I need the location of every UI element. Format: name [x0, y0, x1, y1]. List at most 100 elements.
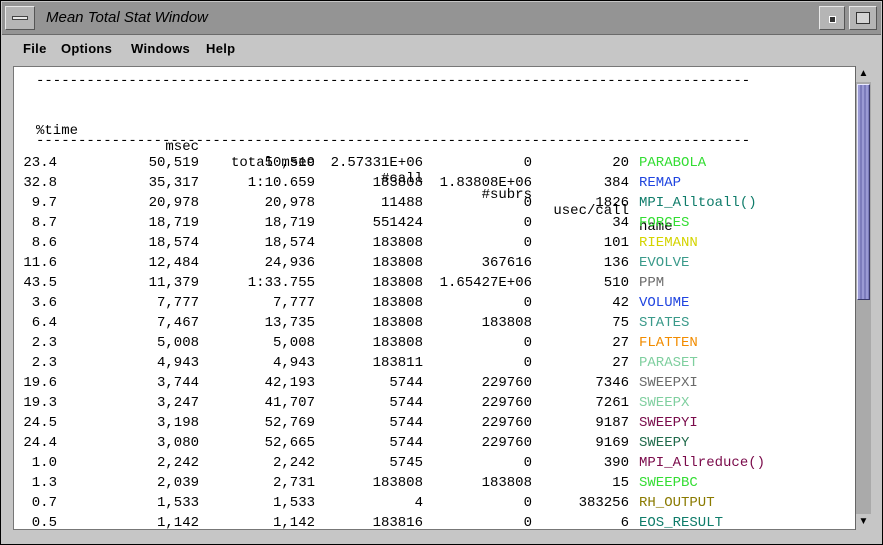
cell-msec: 1,533 — [156, 495, 199, 511]
cell-name: EOS_RESULT — [639, 515, 724, 530]
cell-msec: 3,247 — [156, 395, 199, 411]
table-row: 19.6 3,744 42,193 5744 229760 7346 SWEEPXI — [14, 375, 855, 395]
cell-msec: 35,317 — [148, 175, 199, 191]
maximize-icon[interactable] — [849, 6, 877, 30]
cell-usec-call: 9187 — [595, 415, 629, 431]
cell-calls: 183808 — [372, 275, 423, 291]
cell-usec-call: 6 — [620, 515, 629, 530]
table-row: 1.0 2,242 2,242 5745 0 390 MPI_Allreduce() — [14, 455, 855, 475]
cell-total-msec: 2,242 — [272, 455, 315, 471]
cell-name: VOLUME — [639, 295, 690, 311]
cell-pct-time: 6.4 — [31, 315, 57, 331]
cell-usec-call: 390 — [603, 455, 629, 471]
cell-name: PARASET — [639, 355, 698, 371]
arrow-down-icon[interactable]: ▼ — [856, 514, 871, 530]
stats-text-area[interactable]: ----------------------------------------… — [13, 66, 855, 530]
cell-total-msec: 1,533 — [272, 495, 315, 511]
cell-msec: 7,777 — [156, 295, 199, 311]
cell-calls: 5745 — [389, 455, 423, 471]
cell-subrs: 0 — [523, 235, 532, 251]
cell-calls: 183808 — [372, 255, 423, 271]
cell-calls: 4 — [414, 495, 423, 511]
cell-name: MPI_Alltoall() — [639, 195, 757, 211]
cell-msec: 4,943 — [156, 355, 199, 371]
cell-name: PARABOLA — [639, 155, 707, 171]
table-row: 1.3 2,039 2,731 183808 183808 15 SWEEPBC — [14, 475, 855, 495]
cell-msec: 3,744 — [156, 375, 199, 391]
cell-usec-call: 75 — [612, 315, 629, 331]
cell-usec-call: 510 — [603, 275, 629, 291]
cell-subrs: 0 — [523, 195, 532, 211]
cell-usec-call: 136 — [603, 255, 629, 271]
menu-file[interactable]: File — [23, 41, 47, 56]
cell-subrs: 229760 — [481, 375, 532, 391]
window-menu-icon[interactable] — [5, 6, 35, 30]
cell-calls: 5744 — [389, 375, 423, 391]
cell-msec: 50,519 — [148, 155, 199, 171]
menu-help[interactable]: Help — [206, 41, 235, 56]
cell-name: EVOLVE — [639, 255, 690, 271]
cell-msec: 12,484 — [148, 255, 199, 271]
separator-top: ----------------------------------------… — [36, 73, 751, 89]
cell-usec-call: 20 — [612, 155, 629, 171]
cell-name: STATES — [639, 315, 690, 331]
cell-subrs: 229760 — [481, 415, 532, 431]
title-bar[interactable]: Mean Total Stat Window — [2, 2, 881, 35]
cell-calls: 2.57331E+06 — [330, 155, 423, 171]
cell-name: REMAP — [639, 175, 682, 191]
cell-calls: 183808 — [372, 235, 423, 251]
table-row: 24.5 3,198 52,769 5744 229760 9187 SWEEPYI — [14, 415, 855, 435]
vertical-scrollbar[interactable]: ▲ ▼ — [855, 66, 871, 530]
cell-msec: 11,379 — [148, 275, 199, 291]
table-row: 24.4 3,080 52,665 5744 229760 9169 SWEEPY — [14, 435, 855, 455]
table-row: 43.5 11,379 1:33.755 183808 1.65427E+06 510 PP… — [14, 275, 855, 295]
cell-total-msec: 13,735 — [264, 315, 315, 331]
cell-pct-time: 19.3 — [23, 395, 57, 411]
cell-total-msec: 4,943 — [272, 355, 315, 371]
cell-calls: 551424 — [372, 215, 423, 231]
cell-msec: 18,719 — [148, 215, 199, 231]
cell-pct-time: 0.5 — [31, 515, 57, 530]
cell-usec-call: 7261 — [595, 395, 629, 411]
table-row: 3.6 7,777 7,777 183808 0 42 VOLUME — [14, 295, 855, 315]
cell-subrs: 0 — [523, 495, 532, 511]
cell-total-msec: 52,769 — [264, 415, 315, 431]
cell-name: PPM — [639, 275, 665, 291]
cell-total-msec: 1:10.659 — [247, 175, 315, 191]
cell-usec-call: 34 — [612, 215, 629, 231]
table-row: 9.7 20,978 20,978 11488 0 1826 MPI_Alltoall() — [14, 195, 855, 215]
cell-usec-call: 42 — [612, 295, 629, 311]
menu-windows[interactable]: Windows — [131, 41, 190, 56]
cell-subrs: 0 — [523, 355, 532, 371]
menu-options[interactable]: Options — [61, 41, 112, 56]
cell-msec: 3,198 — [156, 415, 199, 431]
cell-pct-time: 8.7 — [31, 215, 57, 231]
cell-usec-call: 15 — [612, 475, 629, 491]
cell-calls: 5744 — [389, 415, 423, 431]
table-row: 19.3 3,247 41,707 5744 229760 7261 SWEEPX — [14, 395, 855, 415]
cell-total-msec: 1,142 — [272, 515, 315, 530]
cell-calls: 183808 — [372, 475, 423, 491]
cell-usec-call: 1826 — [595, 195, 629, 211]
cell-pct-time: 1.3 — [31, 475, 57, 491]
cell-pct-time: 2.3 — [31, 335, 57, 351]
cell-pct-time: 8.6 — [31, 235, 57, 251]
cell-subrs: 0 — [523, 335, 532, 351]
scrollbar-thumb[interactable] — [857, 84, 870, 300]
table-header: %time msec total msec #call #subrs usec/… — [14, 107, 855, 235]
arrow-up-icon[interactable]: ▲ — [856, 66, 871, 82]
table-row: 32.8 35,317 1:10.659 183808 1.83808E+06 384 RE… — [14, 175, 855, 195]
cell-calls: 5744 — [389, 435, 423, 451]
cell-msec: 2,242 — [156, 455, 199, 471]
cell-total-msec: 2,731 — [272, 475, 315, 491]
cell-usec-call: 27 — [612, 335, 629, 351]
cell-subrs: 229760 — [481, 395, 532, 411]
cell-calls: 5744 — [389, 395, 423, 411]
cell-name: SWEEPXI — [639, 375, 698, 391]
cell-name: SWEEPX — [639, 395, 690, 411]
cell-usec-call: 383256 — [578, 495, 629, 511]
menu-bar: File Options Windows Help — [2, 36, 881, 60]
cell-usec-call: 27 — [612, 355, 629, 371]
cell-total-msec: 5,008 — [272, 335, 315, 351]
minimize-icon[interactable] — [819, 6, 845, 30]
